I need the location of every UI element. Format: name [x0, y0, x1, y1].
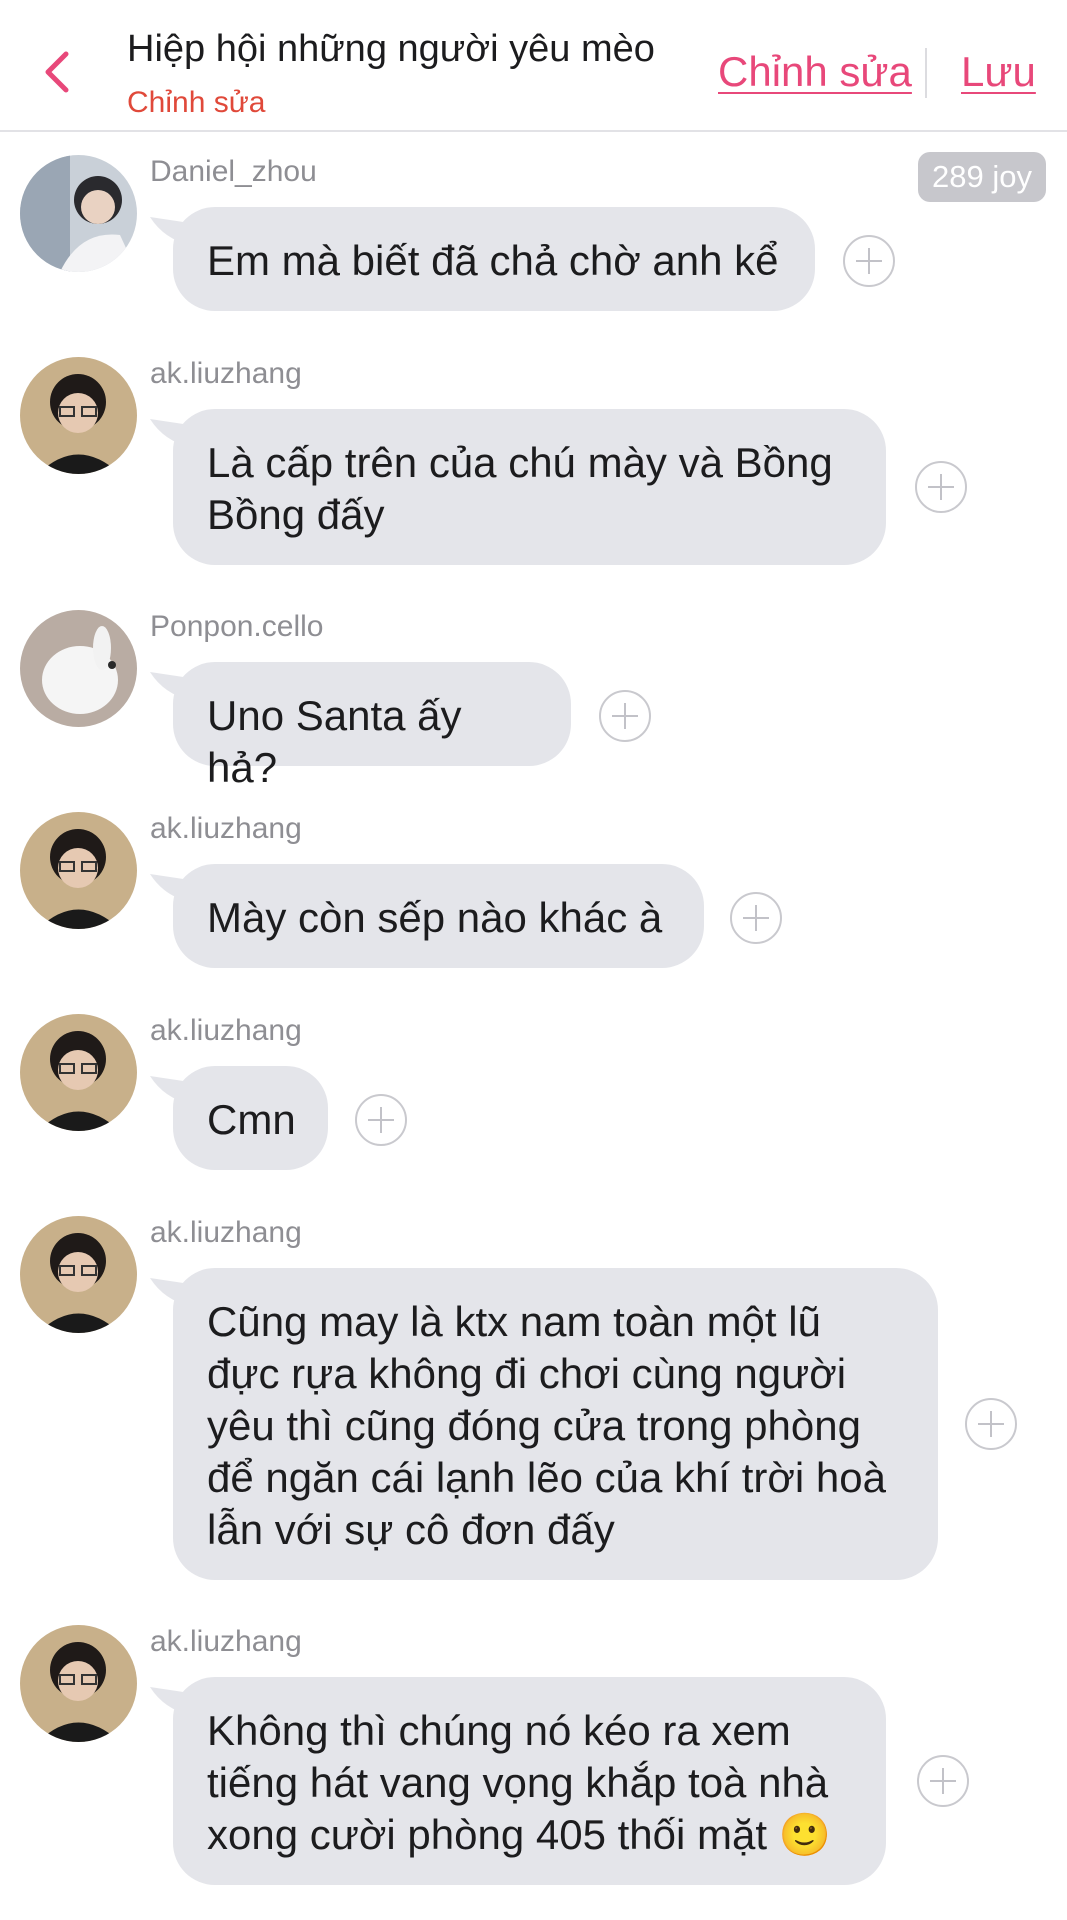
username: ak.liuzhang — [150, 1216, 302, 1249]
message-bubble[interactable]: Em mà biết đã chả chờ anh kể — [173, 207, 815, 311]
username: ak.liuzhang — [150, 1625, 302, 1658]
message-bubble[interactable]: Uno Santa ấy hả? — [173, 662, 571, 791]
add-reaction-icon[interactable] — [843, 235, 895, 287]
edit-button[interactable]: Chỉnh sửa — [718, 48, 912, 96]
chat-title: Hiệp hội những người yêu mèo — [127, 28, 655, 70]
chat-header: Hiệp hội những người yêu mèo Chỉnh sửa C… — [0, 0, 1067, 132]
avatar[interactable] — [20, 610, 137, 727]
add-reaction-icon[interactable] — [730, 892, 782, 944]
joy-badge: 289 joy — [918, 152, 1046, 202]
username: Ponpon.cello — [150, 610, 324, 643]
chat-subtitle[interactable]: Chỉnh sửa — [127, 86, 266, 120]
add-reaction-icon[interactable] — [599, 690, 651, 742]
username: ak.liuzhang — [150, 812, 302, 845]
username: ak.liuzhang — [150, 1014, 302, 1047]
username: Daniel_zhou — [150, 155, 317, 188]
avatar[interactable] — [20, 1625, 137, 1742]
avatar[interactable] — [20, 357, 137, 474]
username: ak.liuzhang — [150, 357, 302, 390]
header-divider — [925, 48, 927, 98]
message-bubble[interactable]: Cũng may là ktx nam toàn một lũ đực rựa … — [173, 1268, 938, 1580]
back-chevron-icon[interactable] — [38, 48, 78, 96]
avatar[interactable] — [20, 1014, 137, 1131]
message-bubble[interactable]: Là cấp trên của chú mày và Bồng Bồng đấy — [173, 409, 886, 565]
message-bubble[interactable]: Không thì chúng nó kéo ra xem tiếng hát … — [173, 1677, 886, 1885]
message-bubble[interactable]: Cmn — [173, 1066, 328, 1170]
avatar[interactable] — [20, 1216, 137, 1333]
add-reaction-icon[interactable] — [917, 1755, 969, 1807]
message-bubble[interactable]: Mày còn sếp nào khác à — [173, 864, 704, 968]
save-button[interactable]: Lưu — [961, 48, 1036, 96]
add-reaction-icon[interactable] — [355, 1094, 407, 1146]
add-reaction-icon[interactable] — [965, 1398, 1017, 1450]
add-reaction-icon[interactable] — [915, 461, 967, 513]
avatar[interactable] — [20, 812, 137, 929]
avatar[interactable] — [20, 155, 137, 272]
